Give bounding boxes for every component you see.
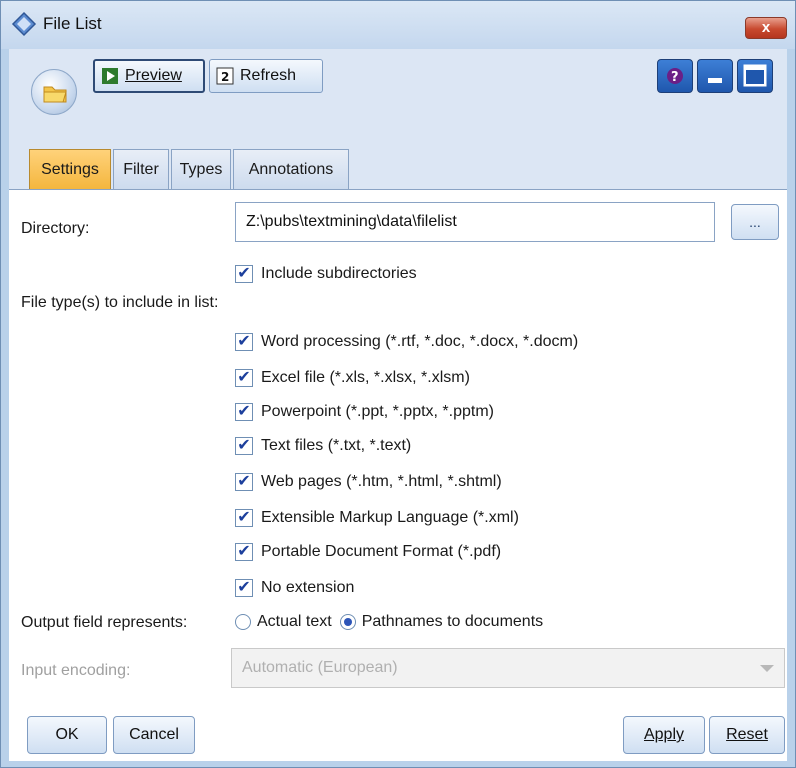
output-field-label: Output field represents: (21, 614, 188, 631)
svg-text:2: 2 (221, 70, 229, 84)
preview-label: Preview (125, 67, 182, 84)
tab-filter[interactable]: Filter (113, 149, 169, 189)
cancel-button[interactable]: Cancel (113, 716, 195, 754)
checkmark-icon: ✔ (235, 369, 253, 387)
maximize-button[interactable] (737, 59, 773, 93)
file-types-label: File type(s) to include in list: (21, 294, 219, 311)
filetype-powerpoint-checkbox[interactable]: ✔ Powerpoint (*.ppt, *.pptx, *.pptm) (235, 400, 494, 424)
filetype-text-checkbox[interactable]: ✔ Text files (*.txt, *.text) (235, 434, 411, 458)
help-button[interactable]: ? (657, 59, 693, 93)
preview-button[interactable]: Preview (93, 59, 205, 93)
filetype-web-checkbox[interactable]: ✔ Web pages (*.htm, *.html, *.shtml) (235, 470, 502, 494)
help-icon: ? (667, 68, 683, 85)
title-bar[interactable]: File List x (1, 1, 795, 49)
select-value: Automatic (European) (242, 659, 398, 676)
radio-pathnames[interactable] (339, 614, 356, 630)
close-button[interactable]: x (745, 17, 787, 39)
chevron-down-icon (760, 665, 774, 672)
input-encoding-label: Input encoding: (21, 662, 131, 679)
input-encoding-select: Automatic (European) (231, 648, 785, 688)
checkbox-label: No extension (261, 579, 355, 596)
checkbox-label: Extensible Markup Language (*.xml) (261, 509, 519, 526)
filetype-excel-checkbox[interactable]: ✔ Excel file (*.xls, *.xlsx, *.xlsm) (235, 366, 470, 390)
toolbar: Preview 2 Refresh ? Settings Filter Type… (9, 49, 787, 189)
checkmark-icon: ✔ (235, 509, 253, 527)
play-icon (102, 68, 118, 84)
minimize-icon (708, 78, 722, 83)
checkbox-label: Text files (*.txt, *.text) (261, 437, 412, 454)
file-list-node-icon (31, 69, 77, 115)
checkmark-icon: ✔ (235, 265, 253, 283)
checkmark-icon: ✔ (235, 473, 253, 491)
reset-button[interactable]: Reset (709, 716, 785, 754)
file-list-dialog: File List x Preview 2 Refresh ? Settings… (0, 0, 796, 768)
refresh-label: Refresh (240, 67, 297, 84)
checkmark-icon: ✔ (235, 403, 253, 421)
checkmark-icon: ✔ (235, 437, 253, 455)
tab-annotations[interactable]: Annotations (233, 149, 349, 189)
directory-label: Directory: (21, 220, 90, 237)
svg-text:?: ? (671, 70, 679, 85)
diamond-node-icon (11, 11, 37, 37)
directory-field[interactable]: Z:\pubs\textmining\data\filelist (235, 202, 715, 242)
folder-icon (43, 86, 67, 103)
radio-actual-text[interactable] (235, 614, 251, 630)
maximize-icon (743, 64, 767, 87)
checkbox-label: Excel file (*.xls, *.xlsx, *.xlsm) (261, 369, 470, 386)
checkmark-icon: ✔ (235, 543, 253, 561)
refresh-icon: 2 (216, 67, 234, 85)
checkmark-icon: ✔ (235, 333, 253, 351)
window-title: File List (43, 14, 102, 33)
apply-button[interactable]: Apply (623, 716, 705, 754)
radio-label: Pathnames to documents (361, 613, 544, 630)
minimize-button[interactable] (697, 59, 733, 93)
checkmark-icon: ✔ (235, 579, 253, 597)
refresh-button[interactable]: 2 Refresh (209, 59, 323, 93)
output-radio-group: Actual text Pathnames to documents (235, 610, 543, 634)
checkbox-label: Web pages (*.htm, *.html, *.shtml) (261, 473, 502, 490)
ok-button[interactable]: OK (27, 716, 107, 754)
filetype-word-checkbox[interactable]: ✔ Word processing (*.rtf, *.doc, *.docx,… (235, 330, 578, 354)
browse-button[interactable]: ... (731, 204, 779, 240)
checkbox-label: Powerpoint (*.ppt, *.pptx, *.pptm) (261, 403, 494, 420)
tab-settings[interactable]: Settings (29, 149, 111, 189)
include-subdirectories-checkbox[interactable]: ✔ Include subdirectories (235, 262, 417, 286)
filetype-no-extension-checkbox[interactable]: ✔ No extension (235, 576, 354, 600)
dialog-body: Preview 2 Refresh ? Settings Filter Type… (9, 49, 787, 761)
tab-types[interactable]: Types (171, 149, 231, 189)
radio-label: Actual text (257, 613, 332, 630)
filetype-xml-checkbox[interactable]: ✔ Extensible Markup Language (*.xml) (235, 506, 519, 530)
filetype-pdf-checkbox[interactable]: ✔ Portable Document Format (*.pdf) (235, 540, 501, 564)
settings-panel: Directory: Z:\pubs\textmining\data\filel… (9, 189, 787, 761)
checkbox-label: Include subdirectories (261, 265, 417, 282)
checkbox-label: Portable Document Format (*.pdf) (261, 543, 502, 560)
checkbox-label: Word processing (*.rtf, *.doc, *.docx, *… (261, 333, 579, 350)
